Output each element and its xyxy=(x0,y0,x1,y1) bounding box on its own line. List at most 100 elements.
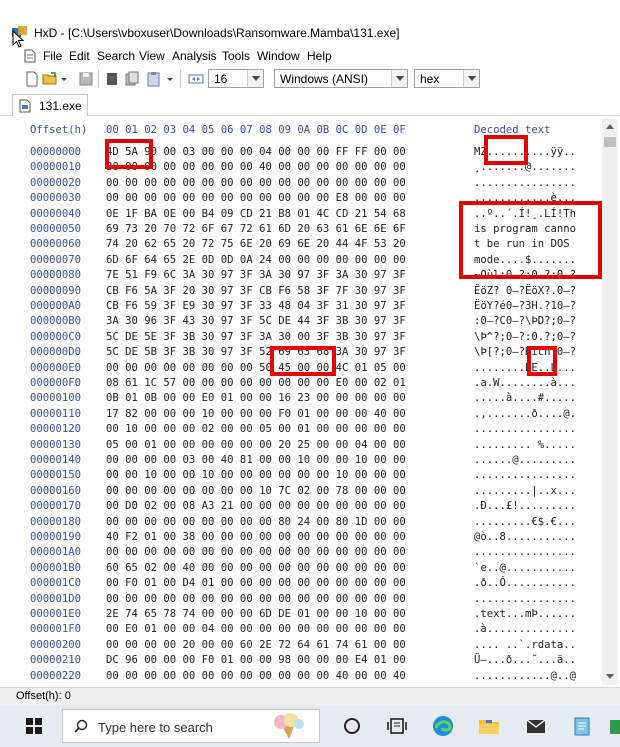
hex-row[interactable]: 000001E0 2E 74 65 78 74 00 00 00 6D DE 01… xyxy=(10,608,604,621)
row-decoded-text[interactable]: @ò..8........... xyxy=(474,531,576,543)
open-folder-icon[interactable] xyxy=(42,71,58,87)
hex-row[interactable]: 00000220 00 00 00 00 00 00 00 00 00 00 00… xyxy=(10,670,604,683)
menu-edit[interactable]: Edit xyxy=(69,49,90,63)
hex-row[interactable]: 00000120 00 10 00 00 00 02 00 00 05 00 01… xyxy=(10,423,604,436)
row-hex-bytes[interactable]: DC 96 00 00 00 F0 01 00 00 98 00 00 00 E… xyxy=(106,654,406,666)
row-hex-bytes[interactable]: 00 D0 02 00 08 A3 21 00 00 00 00 00 00 0… xyxy=(106,500,406,512)
open-dropdown-icon[interactable] xyxy=(60,71,68,87)
row-decoded-text[interactable]: .........|..x... xyxy=(474,485,576,497)
hex-row[interactable]: 00000030 00 00 00 00 00 00 00 00 00 00 00… xyxy=(10,192,604,205)
row-hex-bytes[interactable]: 05 00 01 00 00 00 00 00 00 20 25 00 00 0… xyxy=(106,439,406,451)
chevron-down-icon[interactable] xyxy=(391,70,407,87)
row-hex-bytes[interactable]: 00 00 00 00 00 00 00 00 50 45 00 00 4C 0… xyxy=(106,362,406,374)
row-decoded-text[interactable]: Ü–...ð...˜...ä.. xyxy=(474,654,576,666)
row-decoded-text[interactable]: ................ xyxy=(474,593,576,605)
windows-start-icon[interactable] xyxy=(26,718,42,734)
row-hex-bytes[interactable]: 3A 30 96 3F 43 30 97 3F 5C DE 44 3F 3B 3… xyxy=(106,315,406,327)
hex-row[interactable]: 00000080 7E 51 F9 6C 3A 30 97 3F 3A 30 97… xyxy=(10,269,604,282)
row-decoded-text[interactable]: .Ð...£!......... xyxy=(474,500,576,512)
row-decoded-text[interactable]: ......@......... xyxy=(474,454,576,466)
task-view-icon[interactable] xyxy=(340,714,364,738)
row-hex-bytes[interactable]: B8 00 00 00 00 00 00 00 40 00 00 00 00 0… xyxy=(106,161,406,173)
row-hex-bytes[interactable]: 0B 01 0B 00 00 E0 01 00 00 16 23 00 00 0… xyxy=(106,392,406,404)
hex-row[interactable]: 000001D0 00 00 00 00 00 00 00 00 00 00 00… xyxy=(10,593,604,606)
mail-icon[interactable] xyxy=(524,714,548,738)
row-hex-bytes[interactable]: 00 00 00 00 00 00 00 00 00 80 24 00 80 1… xyxy=(106,516,406,528)
hex-row[interactable]: 00000180 00 00 00 00 00 00 00 00 00 80 24… xyxy=(10,516,604,529)
row-decoded-text[interactable]: ................ xyxy=(474,546,576,558)
row-hex-bytes[interactable]: 69 73 20 70 72 6F 67 72 61 6D 20 63 61 6… xyxy=(106,223,406,235)
row-decoded-text[interactable]: ............@..@ xyxy=(474,670,576,682)
row-decoded-text[interactable]: :0–?C0—?\ÞD?;0—? xyxy=(474,315,576,327)
hex-row[interactable]: 000001F0 00 E0 01 00 00 04 00 00 00 00 00… xyxy=(10,623,604,636)
hex-row[interactable]: 000001B0 60 65 02 00 40 00 00 00 00 00 00… xyxy=(10,562,604,575)
row-hex-bytes[interactable]: 40 F2 01 00 38 00 00 00 00 00 00 00 00 0… xyxy=(106,531,406,543)
charset-select[interactable]: Windows (ANSI) xyxy=(274,69,408,88)
hex-row[interactable]: 00000200 00 00 00 00 20 00 00 60 2E 72 64… xyxy=(10,639,604,652)
hex-row[interactable]: 00000090 CB F6 5A 3F 20 30 97 3F CB F6 58… xyxy=(10,285,604,298)
row-decoded-text[interactable]: .‚.......ð....@. xyxy=(474,408,576,420)
row-hex-bytes[interactable]: 74 20 62 65 20 72 75 6E 20 69 6E 20 44 4… xyxy=(106,238,406,250)
row-decoded-text[interactable]: ................ xyxy=(474,177,576,189)
hex-row[interactable]: 00000050 69 73 20 70 72 6F 67 72 61 6D 20… xyxy=(10,223,604,236)
row-decoded-text[interactable]: mode....$....... xyxy=(474,254,576,266)
hex-row[interactable]: 000000C0 5C DE 5E 3F 3B 30 97 3F 3A 30 00… xyxy=(10,331,604,344)
edge-browser-icon[interactable] xyxy=(431,714,455,738)
hex-row[interactable]: 000000D0 5C DE 5B 3F 3B 30 97 3F 52 69 63… xyxy=(10,346,604,359)
hex-row[interactable]: 00000010 B8 00 00 00 00 00 00 00 40 00 00… xyxy=(10,161,604,174)
row-hex-bytes[interactable]: 5C DE 5E 3F 3B 30 97 3F 3A 30 00 3F 3B 3… xyxy=(106,331,406,343)
row-decoded-text[interactable]: .....à....#..... xyxy=(474,392,576,404)
hex-row[interactable]: 00000170 00 D0 02 00 08 A3 21 00 00 00 00… xyxy=(10,500,604,513)
cut-icon[interactable] xyxy=(104,71,120,87)
hex-row[interactable]: 00000190 40 F2 01 00 38 00 00 00 00 00 00… xyxy=(10,531,604,544)
row-hex-bytes[interactable]: CB F6 59 3F E9 30 97 3F 33 48 04 3F 31 3… xyxy=(106,300,406,312)
row-hex-bytes[interactable]: 4D 5A 90 00 03 00 00 00 04 00 00 00 FF F… xyxy=(106,146,406,158)
offset-base-select[interactable]: hex xyxy=(414,69,480,88)
hex-editor-view[interactable]: Offset(h) 00 01 02 03 04 05 06 07 08 09 … xyxy=(10,119,604,685)
row-decoded-text[interactable]: ËöY?é0—?3H.?10—? xyxy=(474,300,576,312)
row-decoded-text[interactable]: is program canno xyxy=(474,223,576,235)
widgets-icon[interactable] xyxy=(385,714,409,738)
hex-row[interactable]: 00000110 17 82 00 00 00 10 00 00 00 F0 01… xyxy=(10,408,604,421)
row-decoded-text[interactable]: \Þ[?;0—?Rich:0—? xyxy=(474,346,576,358)
row-hex-bytes[interactable]: 00 00 00 00 00 00 00 00 00 00 00 00 00 0… xyxy=(106,546,406,558)
columns-icon[interactable] xyxy=(188,71,204,87)
tab-131-exe[interactable]: 131.exe xyxy=(12,94,88,116)
hex-row[interactable]: 000001A0 00 00 00 00 00 00 00 00 00 00 00… xyxy=(10,546,604,559)
menu-tools[interactable]: Tools xyxy=(222,49,250,63)
row-hex-bytes[interactable]: 0E 1F BA 0E 00 B4 09 CD 21 B8 01 4C CD 2… xyxy=(106,208,406,220)
row-decoded-text[interactable]: \Þ^?;0—?:0.?;0—? xyxy=(474,331,576,343)
menu-file[interactable]: File xyxy=(43,49,62,63)
paste-icon[interactable] xyxy=(146,71,162,87)
copy-icon[interactable] xyxy=(124,71,140,87)
row-decoded-text[interactable]: `e..@........... xyxy=(474,562,576,574)
row-decoded-text[interactable]: t be run in DOS xyxy=(474,238,576,250)
hex-row[interactable]: 00000160 00 00 00 00 00 00 00 00 10 7C 02… xyxy=(10,485,604,498)
row-hex-bytes[interactable]: 00 00 00 00 03 00 40 81 00 00 10 00 00 1… xyxy=(106,454,406,466)
save-icon[interactable] xyxy=(78,71,94,87)
hex-row[interactable]: 000000A0 CB F6 59 3F E9 30 97 3F 33 48 04… xyxy=(10,300,604,313)
hex-row[interactable]: 000001C0 00 F0 01 00 D4 01 00 00 00 00 00… xyxy=(10,577,604,590)
menu-view[interactable]: View xyxy=(139,49,165,63)
row-decoded-text[interactable]: .text...mÞ...... xyxy=(474,608,576,620)
chevron-down-icon[interactable] xyxy=(463,70,479,87)
file-explorer-icon[interactable] xyxy=(477,714,501,738)
row-hex-bytes[interactable]: 00 00 00 00 00 00 00 00 10 7C 02 00 78 0… xyxy=(106,485,406,497)
row-hex-bytes[interactable]: 00 00 00 00 00 00 00 00 00 00 00 00 00 0… xyxy=(106,177,406,189)
row-hex-bytes[interactable]: 00 E0 01 00 00 04 00 00 00 00 00 00 00 0… xyxy=(106,623,406,635)
row-hex-bytes[interactable]: 08 61 1C 57 00 00 00 00 00 00 00 00 E0 0… xyxy=(106,377,406,389)
row-hex-bytes[interactable]: 00 10 00 00 00 02 00 00 05 00 01 00 00 0… xyxy=(106,423,406,435)
row-decoded-text[interactable]: .a.W........à... xyxy=(474,377,576,389)
hex-row[interactable]: 00000060 74 20 62 65 20 72 75 6E 20 69 6E… xyxy=(10,238,604,251)
row-decoded-text[interactable]: MZ..........ÿÿ.. xyxy=(474,146,576,158)
notepad-icon[interactable] xyxy=(570,714,594,738)
hex-row[interactable]: 00000020 00 00 00 00 00 00 00 00 00 00 00… xyxy=(10,177,604,190)
hex-row[interactable]: 000000E0 00 00 00 00 00 00 00 00 50 45 00… xyxy=(10,362,604,375)
row-decoded-text[interactable]: ............è... xyxy=(474,192,576,204)
row-decoded-text[interactable]: ................ xyxy=(474,469,576,481)
row-decoded-text[interactable]: ËöZ? 0—?ËöX?.0—? xyxy=(474,285,576,297)
row-hex-bytes[interactable]: 5C DE 5B 3F 3B 30 97 3F 52 69 63 68 3A 3… xyxy=(106,346,406,358)
hex-row[interactable]: 00000000 4D 5A 90 00 03 00 00 00 04 00 00… xyxy=(10,146,604,159)
new-file-icon[interactable] xyxy=(24,71,40,87)
row-decoded-text[interactable]: .à.............. xyxy=(474,623,576,635)
